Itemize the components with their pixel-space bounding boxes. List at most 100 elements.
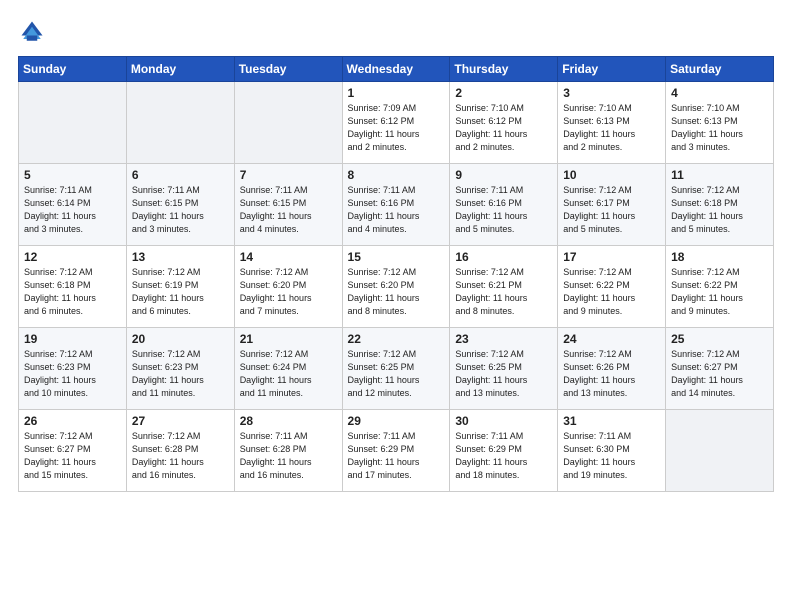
calendar-cell: 7 Sunrise: 7:11 AM Sunset: 6:15 PM Daylig… (234, 164, 342, 246)
day-info: Sunrise: 7:12 AM Sunset: 6:25 PM Dayligh… (455, 348, 552, 400)
day-number: 5 (24, 168, 121, 182)
day-info: Sunrise: 7:12 AM Sunset: 6:24 PM Dayligh… (240, 348, 337, 400)
weekday-header-monday: Monday (126, 57, 234, 82)
day-info: Sunrise: 7:12 AM Sunset: 6:23 PM Dayligh… (24, 348, 121, 400)
day-number: 10 (563, 168, 660, 182)
day-number: 27 (132, 414, 229, 428)
day-info: Sunrise: 7:11 AM Sunset: 6:28 PM Dayligh… (240, 430, 337, 482)
calendar-cell: 10 Sunrise: 7:12 AM Sunset: 6:17 PM Dayli… (558, 164, 666, 246)
calendar-cell (126, 82, 234, 164)
weekday-header-thursday: Thursday (450, 57, 558, 82)
day-number: 23 (455, 332, 552, 346)
day-info: Sunrise: 7:12 AM Sunset: 6:18 PM Dayligh… (671, 184, 768, 236)
calendar-cell: 26Sunrise: 7:12 AM Sunset: 6:27 PM Dayli… (19, 410, 127, 492)
weekday-header-tuesday: Tuesday (234, 57, 342, 82)
calendar-cell: 30 Sunrise: 7:11 AM Sunset: 6:29 PM Dayli… (450, 410, 558, 492)
calendar-cell: 14 Sunrise: 7:12 AM Sunset: 6:20 PM Dayli… (234, 246, 342, 328)
calendar-cell: 24 Sunrise: 7:12 AM Sunset: 6:26 PM Dayli… (558, 328, 666, 410)
day-number: 7 (240, 168, 337, 182)
weekday-header-sunday: Sunday (19, 57, 127, 82)
day-number: 26 (24, 414, 121, 428)
day-number: 28 (240, 414, 337, 428)
day-number: 3 (563, 86, 660, 100)
calendar-week-4: 19 Sunrise: 7:12 AM Sunset: 6:23 PM Dayli… (19, 328, 774, 410)
day-info: Sunrise: 7:11 AM Sunset: 6:14 PM Dayligh… (24, 184, 121, 236)
calendar-cell: 19 Sunrise: 7:12 AM Sunset: 6:23 PM Dayli… (19, 328, 127, 410)
calendar-cell: 13 Sunrise: 7:12 AM Sunset: 6:19 PM Dayli… (126, 246, 234, 328)
calendar-cell: 3Sunrise: 7:10 AM Sunset: 6:13 PM Daylig… (558, 82, 666, 164)
day-info: Sunrise: 7:12 AM Sunset: 6:22 PM Dayligh… (671, 266, 768, 318)
calendar-cell: 6 Sunrise: 7:11 AM Sunset: 6:15 PM Daylig… (126, 164, 234, 246)
calendar-cell: 8 Sunrise: 7:11 AM Sunset: 6:16 PM Daylig… (342, 164, 450, 246)
logo (18, 18, 50, 46)
day-info: Sunrise: 7:12 AM Sunset: 6:19 PM Dayligh… (132, 266, 229, 318)
day-info: Sunrise: 7:11 AM Sunset: 6:16 PM Dayligh… (348, 184, 445, 236)
day-number: 9 (455, 168, 552, 182)
day-number: 4 (671, 86, 768, 100)
day-number: 20 (132, 332, 229, 346)
weekday-header-saturday: Saturday (666, 57, 774, 82)
calendar-table: SundayMondayTuesdayWednesdayThursdayFrid… (18, 56, 774, 492)
calendar-cell: 31Sunrise: 7:11 AM Sunset: 6:30 PM Dayli… (558, 410, 666, 492)
day-info: Sunrise: 7:12 AM Sunset: 6:28 PM Dayligh… (132, 430, 229, 482)
day-number: 18 (671, 250, 768, 264)
day-number: 2 (455, 86, 552, 100)
calendar-cell: 28 Sunrise: 7:11 AM Sunset: 6:28 PM Dayli… (234, 410, 342, 492)
day-number: 12 (24, 250, 121, 264)
calendar-week-5: 26Sunrise: 7:12 AM Sunset: 6:27 PM Dayli… (19, 410, 774, 492)
day-number: 21 (240, 332, 337, 346)
day-number: 6 (132, 168, 229, 182)
calendar-cell: 9 Sunrise: 7:11 AM Sunset: 6:16 PM Daylig… (450, 164, 558, 246)
day-number: 8 (348, 168, 445, 182)
day-number: 25 (671, 332, 768, 346)
day-number: 24 (563, 332, 660, 346)
calendar-cell: 11 Sunrise: 7:12 AM Sunset: 6:18 PM Dayli… (666, 164, 774, 246)
calendar-cell: 25 Sunrise: 7:12 AM Sunset: 6:27 PM Dayli… (666, 328, 774, 410)
calendar-week-1: 1 Sunrise: 7:09 AM Sunset: 6:12 PM Daylig… (19, 82, 774, 164)
day-info: Sunrise: 7:12 AM Sunset: 6:22 PM Dayligh… (563, 266, 660, 318)
day-info: Sunrise: 7:12 AM Sunset: 6:20 PM Dayligh… (240, 266, 337, 318)
day-number: 30 (455, 414, 552, 428)
calendar-cell: 17 Sunrise: 7:12 AM Sunset: 6:22 PM Dayli… (558, 246, 666, 328)
day-number: 14 (240, 250, 337, 264)
day-number: 17 (563, 250, 660, 264)
day-info: Sunrise: 7:12 AM Sunset: 6:23 PM Dayligh… (132, 348, 229, 400)
day-info: Sunrise: 7:12 AM Sunset: 6:20 PM Dayligh… (348, 266, 445, 318)
day-info: Sunrise: 7:12 AM Sunset: 6:25 PM Dayligh… (348, 348, 445, 400)
calendar-week-3: 12 Sunrise: 7:12 AM Sunset: 6:18 PM Dayli… (19, 246, 774, 328)
page: SundayMondayTuesdayWednesdayThursdayFrid… (0, 0, 792, 612)
calendar-cell: 2 Sunrise: 7:10 AM Sunset: 6:12 PM Daylig… (450, 82, 558, 164)
day-info: Sunrise: 7:11 AM Sunset: 6:15 PM Dayligh… (240, 184, 337, 236)
day-info: Sunrise: 7:12 AM Sunset: 6:26 PM Dayligh… (563, 348, 660, 400)
day-number: 13 (132, 250, 229, 264)
logo-icon (18, 18, 46, 46)
day-info: Sunrise: 7:12 AM Sunset: 6:18 PM Dayligh… (24, 266, 121, 318)
weekday-header-wednesday: Wednesday (342, 57, 450, 82)
calendar-cell (234, 82, 342, 164)
calendar-cell: 12 Sunrise: 7:12 AM Sunset: 6:18 PM Dayli… (19, 246, 127, 328)
day-number: 29 (348, 414, 445, 428)
day-info: Sunrise: 7:10 AM Sunset: 6:12 PM Dayligh… (455, 102, 552, 154)
day-info: Sunrise: 7:11 AM Sunset: 6:29 PM Dayligh… (455, 430, 552, 482)
day-info: Sunrise: 7:11 AM Sunset: 6:29 PM Dayligh… (348, 430, 445, 482)
day-info: Sunrise: 7:11 AM Sunset: 6:16 PM Dayligh… (455, 184, 552, 236)
day-info: Sunrise: 7:12 AM Sunset: 6:17 PM Dayligh… (563, 184, 660, 236)
day-number: 1 (348, 86, 445, 100)
day-number: 11 (671, 168, 768, 182)
calendar-cell: 16Sunrise: 7:12 AM Sunset: 6:21 PM Dayli… (450, 246, 558, 328)
day-number: 15 (348, 250, 445, 264)
calendar-cell: 1 Sunrise: 7:09 AM Sunset: 6:12 PM Daylig… (342, 82, 450, 164)
calendar-cell: 27 Sunrise: 7:12 AM Sunset: 6:28 PM Dayli… (126, 410, 234, 492)
day-info: Sunrise: 7:11 AM Sunset: 6:15 PM Dayligh… (132, 184, 229, 236)
calendar-cell: 15 Sunrise: 7:12 AM Sunset: 6:20 PM Dayli… (342, 246, 450, 328)
day-info: Sunrise: 7:09 AM Sunset: 6:12 PM Dayligh… (348, 102, 445, 154)
calendar-cell: 4Sunrise: 7:10 AM Sunset: 6:13 PM Daylig… (666, 82, 774, 164)
calendar-cell: 29 Sunrise: 7:11 AM Sunset: 6:29 PM Dayli… (342, 410, 450, 492)
calendar-week-2: 5 Sunrise: 7:11 AM Sunset: 6:14 PM Daylig… (19, 164, 774, 246)
day-info: Sunrise: 7:11 AM Sunset: 6:30 PM Dayligh… (563, 430, 660, 482)
weekday-header-row: SundayMondayTuesdayWednesdayThursdayFrid… (19, 57, 774, 82)
day-number: 19 (24, 332, 121, 346)
header (18, 18, 774, 46)
weekday-header-friday: Friday (558, 57, 666, 82)
day-info: Sunrise: 7:12 AM Sunset: 6:27 PM Dayligh… (671, 348, 768, 400)
